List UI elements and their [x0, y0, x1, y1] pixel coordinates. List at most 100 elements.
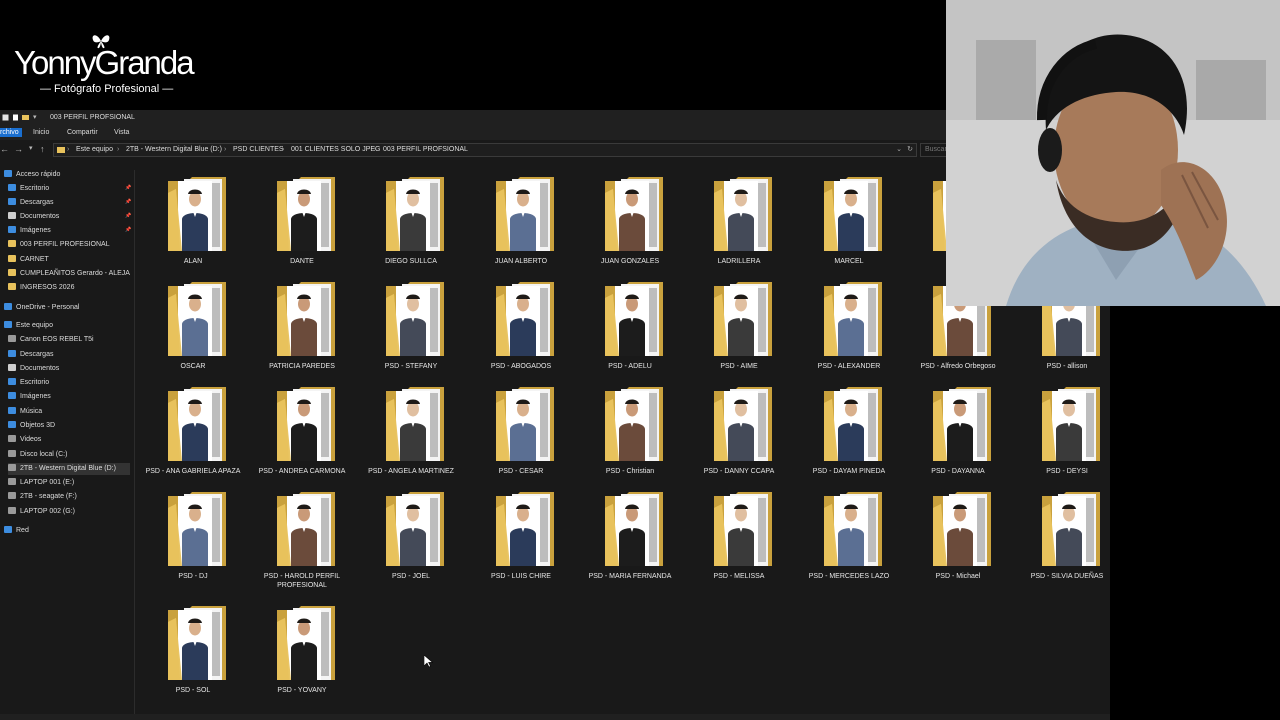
sidebar-item[interactable]: Imágenes — [8, 225, 130, 237]
breadcrumb-item[interactable]: 001 CLIENTES SOLO JPEG — [291, 146, 380, 153]
pin-icon[interactable]: 📌 — [125, 227, 131, 233]
sidebar-item-label: INGRESOS 2026 — [20, 284, 75, 291]
folder-item[interactable]: PSD - ADELU — [577, 280, 683, 380]
folder-item[interactable]: PATRICIA PAREDES — [249, 280, 355, 380]
up-arrow-icon[interactable]: ↑ — [40, 144, 45, 154]
sidebar-item[interactable]: Acceso rápido — [4, 169, 130, 181]
new-document-icon[interactable] — [12, 114, 19, 121]
folder-item[interactable]: PSD - MERCEDES LAZO — [796, 490, 902, 590]
sidebar-item[interactable]: Documentos — [8, 363, 130, 375]
sidebar-item[interactable]: Disco local (C:) — [8, 449, 130, 461]
sidebar-item[interactable]: 2TB - seagate (F:) — [8, 491, 130, 503]
folder-item[interactable]: PSD - HAROLD PERFIL PROFESIONAL — [249, 490, 355, 590]
music-icon — [8, 407, 16, 414]
ribbon-tab[interactable]: Compartir — [64, 128, 101, 137]
folder-icon — [714, 177, 772, 251]
sidebar-item[interactable]: Videos — [8, 434, 130, 446]
sidebar-item[interactable]: Imágenes — [8, 391, 130, 403]
sidebar-item[interactable]: LAPTOP 002 (G:) — [8, 506, 130, 518]
folder-item[interactable]: PSD - SILVIA DUEÑAS — [1014, 490, 1120, 590]
sidebar-item[interactable]: INGRESOS 2026 — [8, 282, 130, 294]
ribbon-tab[interactable]: Inicio — [30, 128, 52, 137]
sidebar-item[interactable]: 2TB - Western Digital Blue (D:) — [8, 463, 130, 475]
sidebar-item[interactable]: Canon EOS REBEL T5i — [8, 334, 130, 346]
folder-item[interactable]: PSD - DANNY CCAPA — [686, 385, 792, 485]
breadcrumb-item[interactable]: Este equipo — [76, 146, 113, 153]
sidebar-item[interactable]: CARNET — [8, 254, 130, 266]
folder-item[interactable]: PSD - YOVANY — [249, 604, 355, 704]
folder-item[interactable]: PSD - DAYANNA — [905, 385, 1011, 485]
folder-item[interactable]: PSD - LUIS CHIRE — [468, 490, 574, 590]
sidebar-item-label: Documentos — [20, 213, 60, 220]
folder-item[interactable]: PSD - DEYSI — [1014, 385, 1120, 485]
ribbon-tab[interactable]: rchivo — [0, 128, 22, 137]
recent-locations-icon[interactable]: ▾ — [29, 144, 33, 154]
folder-item[interactable]: PSD - SOL — [140, 604, 246, 704]
folder-item[interactable]: PSD - ANA GABRIELA APAZA — [140, 385, 246, 485]
sidebar-item[interactable]: Red — [4, 525, 130, 537]
sidebar-item-label: Este equipo — [16, 322, 53, 329]
folder-item[interactable]: MARCEL — [796, 175, 902, 275]
pin-icon[interactable]: 📌 — [125, 185, 131, 191]
desktop-icon — [8, 378, 16, 385]
address-dropdown-icon[interactable]: ⌄ — [896, 145, 902, 153]
breadcrumb-separator-icon[interactable]: › — [117, 146, 119, 153]
back-arrow-icon[interactable]: ← — [0, 144, 9, 154]
forward-arrow-icon[interactable]: → — [14, 144, 23, 154]
folder-item[interactable]: PSD - Christian — [577, 385, 683, 485]
sidebar-item[interactable]: Descargas — [8, 197, 130, 209]
sidebar-item[interactable]: OneDrive - Personal — [4, 302, 130, 314]
folder-item[interactable]: PSD - JOEL — [358, 490, 464, 590]
folder-item[interactable]: PSD - Michael — [905, 490, 1011, 590]
breadcrumb-separator-icon[interactable]: › — [282, 146, 284, 153]
folder-item[interactable]: PSD - ALEXANDER — [796, 280, 902, 380]
sidebar-item[interactable]: CUMPLEAÑITOS Gerardo - ALEJANDRA — [8, 268, 130, 280]
folder-item[interactable]: PSD - MARIA FERNANDA — [577, 490, 683, 590]
folder-item[interactable]: JUAN GONZALES — [577, 175, 683, 275]
folder-item[interactable]: PSD - MELISSA — [686, 490, 792, 590]
folder-item[interactable]: PSD - STEFANY — [358, 280, 464, 380]
breadcrumb-separator-icon[interactable]: › — [374, 146, 376, 153]
pin-icon[interactable]: 📌 — [125, 199, 131, 205]
sidebar-item[interactable]: 003 PERFIL PROFESIONAL — [8, 239, 130, 251]
save-icon[interactable] — [2, 114, 9, 121]
folder-item[interactable]: LADRILLERA — [686, 175, 792, 275]
folder-item[interactable]: PSD - DJ — [140, 490, 246, 590]
refresh-icon[interactable]: ↻ — [907, 145, 913, 153]
sidebar-item[interactable]: Escritorio — [8, 377, 130, 389]
folder-item[interactable]: JUAN ALBERTO — [468, 175, 574, 275]
folder-item[interactable]: PSD - ANGELA MARTINEZ — [358, 385, 464, 485]
breadcrumb-item[interactable]: PSD CLIENTES — [233, 146, 284, 153]
folder-label: JUAN GONZALES — [600, 258, 660, 265]
sidebar-item[interactable]: LAPTOP 001 (E:) — [8, 477, 130, 489]
ribbon-tab[interactable]: Vista — [111, 128, 132, 137]
folder-label: PSD - MARIA FERNANDA — [588, 573, 672, 580]
breadcrumb-item[interactable]: 2TB - Western Digital Blue (D:) — [126, 146, 222, 153]
breadcrumb-separator-icon[interactable]: › — [67, 146, 69, 153]
folder-item[interactable]: PSD - ANDREA CARMONA — [249, 385, 355, 485]
customize-toolbar-icon[interactable]: ▾ — [33, 113, 37, 121]
sidebar-item[interactable]: Documentos — [8, 211, 130, 223]
sidebar-item[interactable]: Música — [8, 406, 130, 418]
address-bar[interactable]: ⌄ ↻ Este equipo › 2TB - Western Digital Bl… — [53, 143, 917, 157]
folder-item[interactable]: DIEGO SULLCA — [358, 175, 464, 275]
sidebar-item[interactable]: Descargas — [8, 349, 130, 361]
folder-icon[interactable] — [22, 114, 29, 121]
folder-item[interactable]: PSD - ABOGADOS — [468, 280, 574, 380]
folder-item[interactable]: PSD - AIME — [686, 280, 792, 380]
pane-divider[interactable] — [134, 170, 135, 718]
breadcrumb-separator-icon[interactable]: › — [224, 146, 226, 153]
breadcrumb-item[interactable]: 003 PERFIL PROFSIONAL — [383, 146, 468, 153]
folder-item[interactable]: PSD - DAYAM PINEDA — [796, 385, 902, 485]
sidebar-item[interactable]: Este equipo — [4, 320, 130, 332]
folder-item[interactable]: OSCAR — [140, 280, 246, 380]
folder-item[interactable]: PSD - CESAR — [468, 385, 574, 485]
folder-item[interactable]: DANTE — [249, 175, 355, 275]
folder-item[interactable]: ALAN — [140, 175, 246, 275]
pin-icon[interactable]: 📌 — [125, 213, 131, 219]
folder-icon — [168, 492, 226, 566]
sidebar-item[interactable]: Objetos 3D — [8, 420, 130, 432]
folder-label: PSD - LUIS CHIRE — [491, 573, 551, 580]
sidebar-item-label: 2TB - Western Digital Blue (D:) — [20, 465, 116, 472]
sidebar-item[interactable]: Escritorio — [8, 183, 130, 195]
